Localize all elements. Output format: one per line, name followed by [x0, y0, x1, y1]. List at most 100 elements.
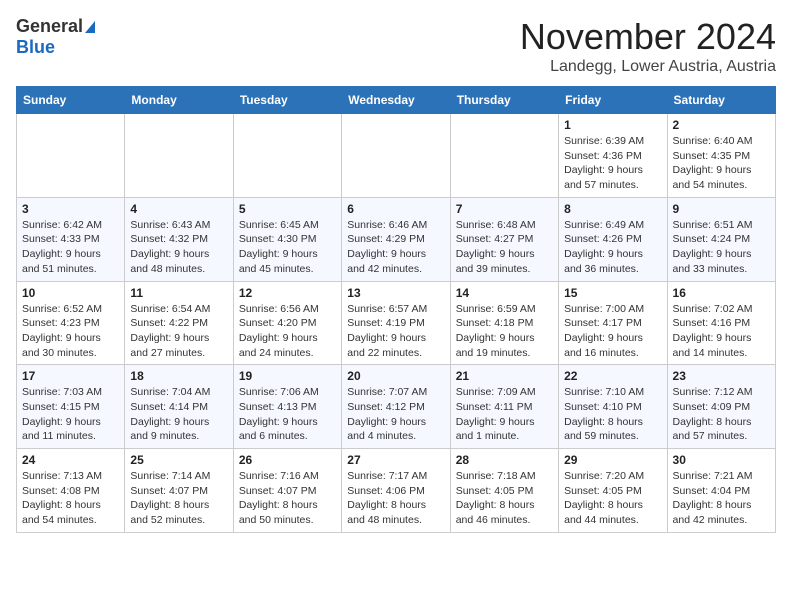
day-number: 2	[673, 118, 770, 132]
calendar-cell: 20Sunrise: 7:07 AM Sunset: 4:12 PM Dayli…	[342, 365, 450, 449]
day-info: Sunrise: 6:54 AM Sunset: 4:22 PM Dayligh…	[130, 302, 227, 361]
calendar-cell: 17 Sunrise: 7:03 AM Sunset: 4:15 PM Dayli…	[17, 365, 125, 449]
calendar-cell: 4 Sunrise: 6:43 AM Sunset: 4:32 PM Daylig…	[125, 197, 233, 281]
calendar-cell: 22 Sunrise: 7:10 AM Sunset: 4:10 PM Dayli…	[559, 365, 667, 449]
calendar-header-row: SundayMondayTuesdayWednesdayThursdayFrid…	[17, 87, 776, 114]
day-number: 30	[673, 453, 770, 467]
calendar-cell: 3 Sunrise: 6:42 AM Sunset: 4:33 PM Daylig…	[17, 197, 125, 281]
day-info: Sunrise: 7:02 AM Sunset: 4:16 PM Dayligh…	[673, 302, 770, 361]
day-info: Sunrise: 7:12 AM Sunset: 4:09 PM Dayligh…	[673, 385, 770, 444]
month-title: November 2024	[520, 16, 776, 58]
calendar-cell: 30 Sunrise: 7:21 AM Sunset: 4:04 PM Dayli…	[667, 449, 775, 533]
day-number: 10	[22, 286, 119, 300]
calendar-cell: 18 Sunrise: 7:04 AM Sunset: 4:14 PM Dayli…	[125, 365, 233, 449]
weekday-header-monday: Monday	[125, 87, 233, 114]
day-number: 1	[564, 118, 661, 132]
day-info: Sunrise: 6:51 AM Sunset: 4:24 PM Dayligh…	[673, 218, 770, 277]
day-number: 22	[564, 369, 661, 383]
day-info: Sunrise: 7:03 AM Sunset: 4:15 PM Dayligh…	[22, 385, 119, 444]
calendar-cell: 9 Sunrise: 6:51 AM Sunset: 4:24 PM Daylig…	[667, 197, 775, 281]
calendar-cell	[125, 114, 233, 198]
calendar-cell	[342, 114, 450, 198]
day-number: 12	[239, 286, 336, 300]
logo-general-text: General	[16, 16, 83, 37]
weekday-header-thursday: Thursday	[450, 87, 558, 114]
calendar-cell	[450, 114, 558, 198]
calendar-cell: 14 Sunrise: 6:59 AM Sunset: 4:18 PM Dayli…	[450, 281, 558, 365]
weekday-header-wednesday: Wednesday	[342, 87, 450, 114]
day-number: 23	[673, 369, 770, 383]
day-info: Sunrise: 6:43 AM Sunset: 4:32 PM Dayligh…	[130, 218, 227, 277]
day-number: 17	[22, 369, 119, 383]
calendar-cell: 5 Sunrise: 6:45 AM Sunset: 4:30 PM Daylig…	[233, 197, 341, 281]
day-number: 9	[673, 202, 770, 216]
weekday-header-saturday: Saturday	[667, 87, 775, 114]
day-number: 11	[130, 286, 227, 300]
day-number: 4	[130, 202, 227, 216]
weekday-header-friday: Friday	[559, 87, 667, 114]
calendar-table: SundayMondayTuesdayWednesdayThursdayFrid…	[16, 86, 776, 533]
calendar-cell: 10 Sunrise: 6:52 AM Sunset: 4:23 PM Dayli…	[17, 281, 125, 365]
weekday-header-tuesday: Tuesday	[233, 87, 341, 114]
day-info: Sunrise: 7:21 AM Sunset: 4:04 PM Dayligh…	[673, 469, 770, 528]
day-info: Sunrise: 7:18 AM Sunset: 4:05 PM Dayligh…	[456, 469, 553, 528]
day-number: 6	[347, 202, 444, 216]
day-number: 5	[239, 202, 336, 216]
calendar-cell: 28 Sunrise: 7:18 AM Sunset: 4:05 PM Dayli…	[450, 449, 558, 533]
day-info: Sunrise: 7:13 AM Sunset: 4:08 PM Dayligh…	[22, 469, 119, 528]
day-info: Sunrise: 7:16 AM Sunset: 4:07 PM Dayligh…	[239, 469, 336, 528]
calendar-cell: 1 Sunrise: 6:39 AM Sunset: 4:36 PM Daylig…	[559, 114, 667, 198]
day-info: Sunrise: 6:49 AM Sunset: 4:26 PM Dayligh…	[564, 218, 661, 277]
day-number: 15	[564, 286, 661, 300]
day-info: Sunrise: 7:17 AM Sunset: 4:06 PM Dayligh…	[347, 469, 444, 528]
calendar-cell: 23 Sunrise: 7:12 AM Sunset: 4:09 PM Dayli…	[667, 365, 775, 449]
day-number: 18	[130, 369, 227, 383]
day-info: Sunrise: 7:10 AM Sunset: 4:10 PM Dayligh…	[564, 385, 661, 444]
day-info: Sunrise: 6:39 AM Sunset: 4:36 PM Dayligh…	[564, 134, 661, 193]
calendar-week-4: 24 Sunrise: 7:13 AM Sunset: 4:08 PM Dayli…	[17, 449, 776, 533]
day-number: 3	[22, 202, 119, 216]
calendar-cell: 2Sunrise: 6:40 AM Sunset: 4:35 PM Daylig…	[667, 114, 775, 198]
calendar-cell: 29Sunrise: 7:20 AM Sunset: 4:05 PM Dayli…	[559, 449, 667, 533]
calendar-week-3: 17 Sunrise: 7:03 AM Sunset: 4:15 PM Dayli…	[17, 365, 776, 449]
day-info: Sunrise: 7:04 AM Sunset: 4:14 PM Dayligh…	[130, 385, 227, 444]
calendar-cell	[17, 114, 125, 198]
day-number: 26	[239, 453, 336, 467]
logo: General Blue	[16, 16, 95, 58]
day-number: 24	[22, 453, 119, 467]
day-info: Sunrise: 7:07 AM Sunset: 4:12 PM Dayligh…	[347, 385, 444, 444]
day-number: 7	[456, 202, 553, 216]
day-number: 19	[239, 369, 336, 383]
calendar-week-2: 10 Sunrise: 6:52 AM Sunset: 4:23 PM Dayli…	[17, 281, 776, 365]
day-number: 25	[130, 453, 227, 467]
calendar-cell: 26 Sunrise: 7:16 AM Sunset: 4:07 PM Dayli…	[233, 449, 341, 533]
calendar-cell: 27Sunrise: 7:17 AM Sunset: 4:06 PM Dayli…	[342, 449, 450, 533]
day-number: 14	[456, 286, 553, 300]
day-info: Sunrise: 6:42 AM Sunset: 4:33 PM Dayligh…	[22, 218, 119, 277]
day-info: Sunrise: 6:57 AM Sunset: 4:19 PM Dayligh…	[347, 302, 444, 361]
day-info: Sunrise: 6:45 AM Sunset: 4:30 PM Dayligh…	[239, 218, 336, 277]
day-info: Sunrise: 7:14 AM Sunset: 4:07 PM Dayligh…	[130, 469, 227, 528]
calendar-cell: 13 Sunrise: 6:57 AM Sunset: 4:19 PM Dayli…	[342, 281, 450, 365]
day-info: Sunrise: 6:46 AM Sunset: 4:29 PM Dayligh…	[347, 218, 444, 277]
weekday-header-sunday: Sunday	[17, 87, 125, 114]
day-info: Sunrise: 6:48 AM Sunset: 4:27 PM Dayligh…	[456, 218, 553, 277]
day-number: 21	[456, 369, 553, 383]
day-number: 28	[456, 453, 553, 467]
calendar-cell: 7 Sunrise: 6:48 AM Sunset: 4:27 PM Daylig…	[450, 197, 558, 281]
day-number: 13	[347, 286, 444, 300]
calendar-week-0: 1 Sunrise: 6:39 AM Sunset: 4:36 PM Daylig…	[17, 114, 776, 198]
day-info: Sunrise: 6:52 AM Sunset: 4:23 PM Dayligh…	[22, 302, 119, 361]
calendar-cell: 21 Sunrise: 7:09 AM Sunset: 4:11 PM Dayli…	[450, 365, 558, 449]
day-number: 8	[564, 202, 661, 216]
day-info: Sunrise: 6:59 AM Sunset: 4:18 PM Dayligh…	[456, 302, 553, 361]
day-number: 16	[673, 286, 770, 300]
day-info: Sunrise: 6:56 AM Sunset: 4:20 PM Dayligh…	[239, 302, 336, 361]
logo-triangle-icon	[85, 21, 95, 33]
day-info: Sunrise: 7:20 AM Sunset: 4:05 PM Dayligh…	[564, 469, 661, 528]
location-title: Landegg, Lower Austria, Austria	[520, 58, 776, 76]
logo-blue-text: Blue	[16, 37, 55, 57]
day-info: Sunrise: 7:09 AM Sunset: 4:11 PM Dayligh…	[456, 385, 553, 444]
calendar-cell: 16 Sunrise: 7:02 AM Sunset: 4:16 PM Dayli…	[667, 281, 775, 365]
calendar-cell: 8 Sunrise: 6:49 AM Sunset: 4:26 PM Daylig…	[559, 197, 667, 281]
